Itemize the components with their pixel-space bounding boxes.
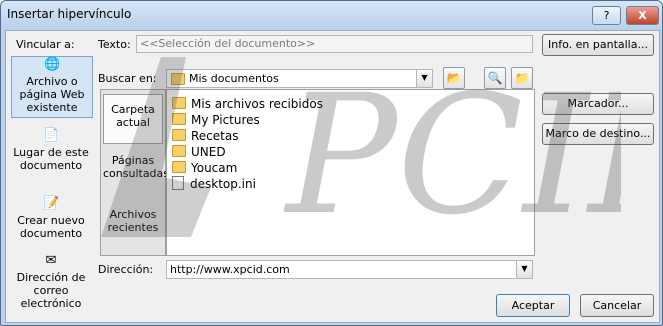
target-frame-label: Marco de destino... [545, 127, 651, 140]
nav-item-label: Carpeta [111, 103, 155, 116]
nav-recent-files[interactable]: Archivos recientes [103, 208, 163, 242]
nav-item-label: recientes [107, 221, 159, 234]
folder-icon [172, 97, 186, 109]
list-item[interactable]: desktop.ini [172, 176, 256, 192]
sidebar-item-label: Lugar de este [13, 146, 89, 159]
address-combo[interactable]: http://www.xpcid.com ▼ [166, 260, 533, 279]
nav-item-label: consultadas [103, 167, 170, 180]
sidebar-item-label: existente [26, 101, 78, 114]
cancel-button[interactable]: Cancelar [580, 294, 654, 317]
list-item[interactable]: Mis archivos recibidos [172, 96, 323, 112]
list-item[interactable]: Recetas [172, 128, 238, 144]
file-list: Mis archivos recibidos My Pictures Recet… [166, 89, 535, 256]
folder-icon [171, 73, 185, 85]
existing-file-icon: 🌐 [44, 57, 61, 72]
sidebar-item-existing-file[interactable]: 🌐 Archivo o página Web existente [11, 56, 93, 118]
chevron-down-icon[interactable]: ▼ [516, 261, 532, 278]
sidebar-item-label: página Web [19, 88, 85, 101]
display-text-field[interactable]: <<Selección del documento>> [136, 35, 533, 53]
nav-item-label: actual [116, 116, 150, 129]
dialog-title: Insertar hipervínculo [7, 7, 132, 21]
folder-up-icon[interactable]: 📂 [443, 67, 465, 89]
screen-tip-button[interactable]: Info. en pantalla... [542, 34, 654, 56]
text-label: Texto: [98, 38, 131, 51]
sidebar-item-label: documento [19, 227, 83, 240]
look-in-label: Buscar en: [98, 72, 157, 85]
sidebar-item-new-document[interactable]: 📝 Crear nuevo documento [11, 196, 91, 244]
link-to-label: Vincular a: [16, 38, 75, 51]
sidebar-item-label: Archivo o [26, 75, 78, 88]
help-button[interactable]: ? [592, 6, 621, 25]
target-frame-button[interactable]: Marco de destino... [542, 123, 654, 145]
sidebar-item-label: documento [19, 159, 83, 172]
list-item[interactable]: Youcam [172, 160, 237, 176]
chevron-down-icon[interactable]: ▼ [416, 70, 432, 87]
list-item[interactable]: My Pictures [172, 112, 260, 128]
nav-item-label: Archivos [109, 208, 157, 221]
nav-item-label: Páginas [111, 154, 155, 167]
address-value: http://www.xpcid.com [170, 263, 290, 276]
sidebar-item-email-address[interactable]: ✉ Dirección de correo electrónico [11, 253, 91, 313]
sidebar-item-label: correo [33, 284, 69, 297]
title-bar[interactable]: Insertar hipervínculo ? X [1, 1, 662, 29]
dialog-window: Insertar hipervínculo ? X Vincular a: 🌐 … [0, 0, 663, 326]
cancel-label: Cancelar [592, 299, 642, 312]
bookmark-label: Marcador... [567, 97, 629, 110]
close-button[interactable]: X [626, 6, 659, 25]
ok-label: Aceptar [511, 299, 555, 312]
browse-web-icon[interactable]: 🔍 [484, 67, 506, 89]
file-icon [172, 176, 184, 190]
nav-browsed-pages[interactable]: Páginas consultadas [103, 154, 170, 188]
sidebar-item-place-in-document[interactable]: 📄 Lugar de este documento [11, 128, 91, 176]
look-in-combo[interactable]: Mis documentos ▼ [166, 69, 433, 88]
screen-tip-label: Info. en pantalla... [548, 38, 648, 51]
address-label: Dirección: [98, 263, 154, 276]
ok-button[interactable]: Aceptar [496, 294, 570, 317]
folder-icon [172, 161, 186, 173]
dialog-body: Vincular a: 🌐 Archivo o página Web exist… [5, 30, 660, 323]
email-address-icon: ✉ [45, 253, 57, 268]
nav-current-folder[interactable]: Carpeta actual [103, 94, 163, 144]
new-document-icon: 📝 [43, 196, 60, 211]
folder-icon [172, 129, 186, 141]
browse-file-icon[interactable]: 📁 [511, 67, 533, 89]
sidebar-item-label: Dirección de [16, 271, 86, 284]
list-item[interactable]: UNED [172, 144, 226, 160]
look-in-nav: Carpeta actual Páginas consultadas Archi… [100, 89, 170, 256]
link-to-sidebar: 🌐 Archivo o página Web existente 📄 Lugar… [11, 52, 93, 318]
folder-icon [172, 113, 186, 125]
bookmark-button[interactable]: Marcador... [542, 93, 654, 115]
place-in-document-icon: 📄 [43, 128, 60, 143]
look-in-value: Mis documentos [189, 72, 279, 85]
display-text-value: <<Selección del documento>> [140, 37, 316, 50]
sidebar-item-label: Crear nuevo [17, 214, 85, 227]
folder-icon [172, 145, 186, 157]
sidebar-item-label: electrónico [20, 297, 82, 310]
